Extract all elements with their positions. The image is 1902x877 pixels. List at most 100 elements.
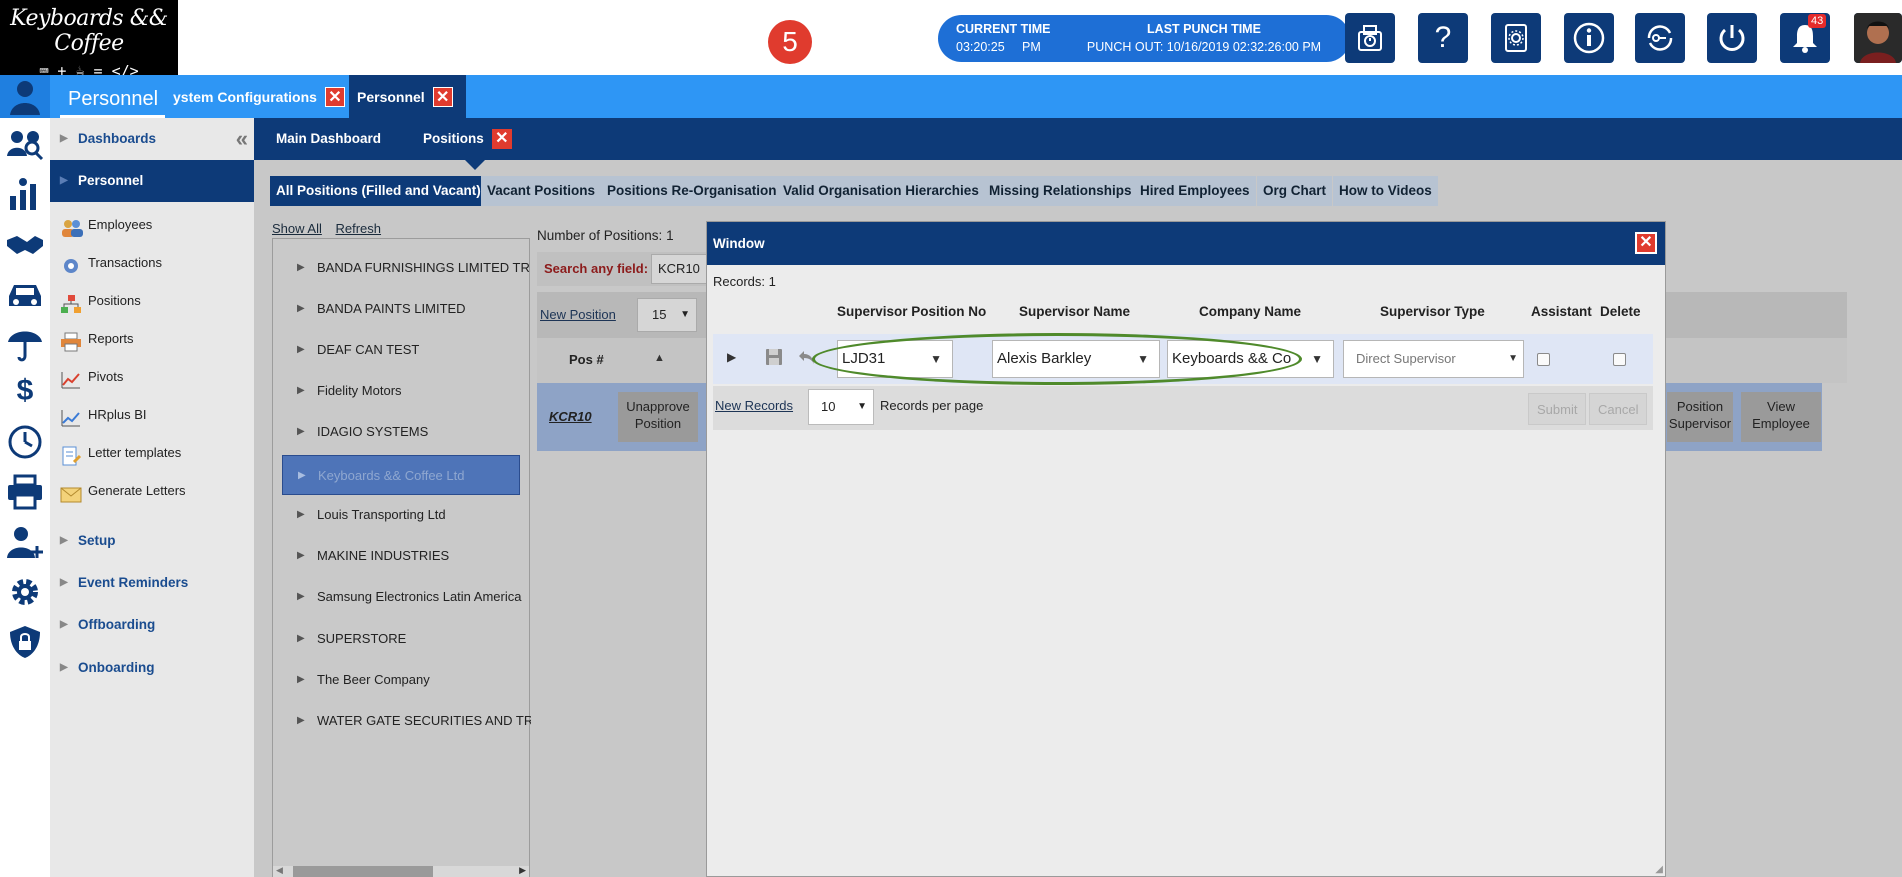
sync-key-icon[interactable] <box>1635 13 1685 63</box>
filter-positions-reorganisation[interactable]: Positions Re-Organisation <box>601 176 783 206</box>
col-delete[interactable]: Delete <box>1600 304 1641 319</box>
scrollbar-thumb[interactable] <box>293 866 433 877</box>
expand-icon[interactable]: ▶ <box>297 248 305 288</box>
user-avatar[interactable] <box>1854 13 1902 63</box>
refresh-link[interactable]: Refresh <box>336 221 382 236</box>
nav-positions[interactable]: Positions <box>50 282 254 320</box>
tree-item[interactable]: ▶ Louis Transporting Ltd <box>273 495 531 535</box>
filter-valid-hierarchies[interactable]: Valid Organisation Hierarchies <box>777 176 985 206</box>
help-icon[interactable]: ? <box>1418 13 1468 63</box>
filter-org-chart[interactable]: Org Chart <box>1257 176 1333 206</box>
expand-icon[interactable]: ▶ <box>297 495 305 535</box>
new-records-link[interactable]: New Records <box>715 398 793 413</box>
shield-lock-icon[interactable] <box>4 624 46 664</box>
tree-item[interactable]: ▶ The Beer Company <box>273 660 531 700</box>
power-icon[interactable] <box>1707 13 1757 63</box>
nav-onboarding[interactable]: ▶ Onboarding <box>50 647 254 689</box>
printer-icon[interactable] <box>4 474 46 514</box>
search-input[interactable]: KCR10 <box>651 254 707 284</box>
expand-icon[interactable]: ▶ <box>297 536 305 576</box>
expand-icon[interactable]: ▶ <box>297 577 305 617</box>
filter-all-positions[interactable]: All Positions (Filled and Vacant) <box>270 176 487 206</box>
expand-icon[interactable]: ▶ <box>297 371 305 411</box>
info-icon[interactable] <box>1564 13 1614 63</box>
tab-main-dashboard[interactable]: Main Dashboard <box>276 118 381 160</box>
resize-handle-icon[interactable]: ◢ <box>1655 864 1663 875</box>
tree-item[interactable]: ▶ BANDA PAINTS LIMITED <box>273 289 531 329</box>
pos-column-header[interactable]: Pos # <box>569 352 604 367</box>
tree-item[interactable]: ▶ Samsung Electronics Latin America <box>273 577 531 617</box>
nav-setup[interactable]: ▶ Setup <box>50 520 254 562</box>
tree-item[interactable]: ▶ SUPERSTORE <box>273 619 531 659</box>
row-pos-number[interactable]: KCR10 <box>549 409 592 424</box>
tab-personnel[interactable]: Personnel ✕ <box>349 75 466 118</box>
delete-checkbox[interactable] <box>1613 353 1626 366</box>
punch-clock-icon[interactable] <box>1345 13 1395 63</box>
unapprove-position-button[interactable]: Unapprove Position <box>618 392 698 442</box>
expand-icon[interactable]: ▶ <box>297 619 305 659</box>
collapse-icon[interactable]: « <box>236 118 248 160</box>
expand-icon[interactable]: ▶ <box>297 412 305 452</box>
filter-hired-employees[interactable]: Hired Employees <box>1134 176 1256 206</box>
tree-item-selected[interactable]: ▶ Keyboards && Coffee Ltd <box>282 455 520 495</box>
clock-icon[interactable] <box>4 424 46 464</box>
submit-button[interactable]: Submit <box>1528 393 1587 425</box>
close-icon[interactable]: ✕ <box>491 129 512 149</box>
add-person-icon[interactable] <box>4 524 46 564</box>
position-supervisor-button[interactable]: Position Supervisor <box>1667 392 1733 442</box>
tab-positions[interactable]: Positions ✕ <box>423 118 512 160</box>
show-all-link[interactable]: Show All <box>272 221 322 236</box>
gear-icon[interactable] <box>4 574 46 614</box>
expand-icon[interactable]: ▶ <box>297 330 305 370</box>
expand-icon[interactable]: ▶ <box>298 456 306 494</box>
nav-hrplus-bi[interactable]: HRplus BI <box>50 396 254 434</box>
nav-dashboards[interactable]: ▶ Dashboards « <box>50 118 254 160</box>
close-icon[interactable]: ✕ <box>324 86 345 107</box>
nav-offboarding[interactable]: ▶ Offboarding <box>50 604 254 646</box>
col-supervisor-position-no[interactable]: Supervisor Position No <box>837 304 986 319</box>
expand-icon[interactable]: ▶ <box>297 289 305 329</box>
handshake-icon[interactable] <box>4 226 46 266</box>
tree-item[interactable]: ▶ DEAF CAN TEST <box>273 330 531 370</box>
tree-item[interactable]: ▶ IDAGIO SYSTEMS <box>273 412 531 452</box>
scroll-left-icon[interactable]: ◀ <box>276 865 283 876</box>
row-expand-icon[interactable]: ▶ <box>727 350 736 364</box>
filter-vacant-positions[interactable]: Vacant Positions <box>481 176 602 206</box>
nav-pivots[interactable]: Pivots <box>50 358 254 396</box>
filter-how-to-videos[interactable]: How to Videos <box>1333 176 1438 206</box>
settings-book-icon[interactable] <box>1491 13 1541 63</box>
nav-personnel[interactable]: ▶ Personnel <box>50 160 254 202</box>
nav-reports[interactable]: Reports <box>50 320 254 358</box>
tree-item[interactable]: ▶ WATER GATE SECURITIES AND TRUS <box>273 701 531 741</box>
growth-chart-icon[interactable] <box>4 176 46 216</box>
col-company-name[interactable]: Company Name <box>1199 304 1301 319</box>
dollar-icon[interactable]: $ <box>4 374 46 414</box>
page-size-select[interactable]: 15 ▼ <box>637 298 697 332</box>
tree-horizontal-scrollbar[interactable]: ◀ ▶ <box>273 865 529 877</box>
assistant-checkbox[interactable] <box>1537 353 1550 366</box>
close-icon[interactable]: ✕ <box>1635 232 1657 254</box>
sort-up-icon[interactable]: ▲ <box>654 352 665 364</box>
col-supervisor-type[interactable]: Supervisor Type <box>1380 304 1485 319</box>
close-icon[interactable]: ✕ <box>432 86 453 107</box>
nav-employees[interactable]: Employees <box>50 206 254 244</box>
tree-item[interactable]: ▶ BANDA FURNISHINGS LIMITED TRI <box>273 248 531 288</box>
umbrella-icon[interactable] <box>4 326 46 366</box>
people-search-icon[interactable] <box>4 126 46 166</box>
tab-system-configurations[interactable]: ystem Configurations ✕ <box>165 75 353 118</box>
filter-missing-relationships[interactable]: Missing Relationships <box>983 176 1138 206</box>
cancel-button[interactable]: Cancel <box>1589 393 1648 425</box>
scroll-right-icon[interactable]: ▶ <box>519 865 526 876</box>
nav-event-reminders[interactable]: ▶ Event Reminders <box>50 562 254 604</box>
tree-item[interactable]: ▶ Fidelity Motors <box>273 371 531 411</box>
expand-icon[interactable]: ▶ <box>297 660 305 700</box>
car-icon[interactable] <box>4 276 46 316</box>
nav-letter-templates[interactable]: Letter templates <box>50 434 254 472</box>
view-employee-button[interactable]: View Employee <box>1741 392 1821 442</box>
nav-transactions[interactable]: Transactions <box>50 244 254 282</box>
col-assistant[interactable]: Assistant <box>1531 304 1592 319</box>
nav-generate-letters[interactable]: Generate Letters <box>50 472 254 510</box>
expand-icon[interactable]: ▶ <box>297 701 305 741</box>
supervisor-type-select[interactable]: Direct Supervisor ▼ <box>1343 340 1524 378</box>
new-position-link[interactable]: New Position <box>540 307 616 322</box>
